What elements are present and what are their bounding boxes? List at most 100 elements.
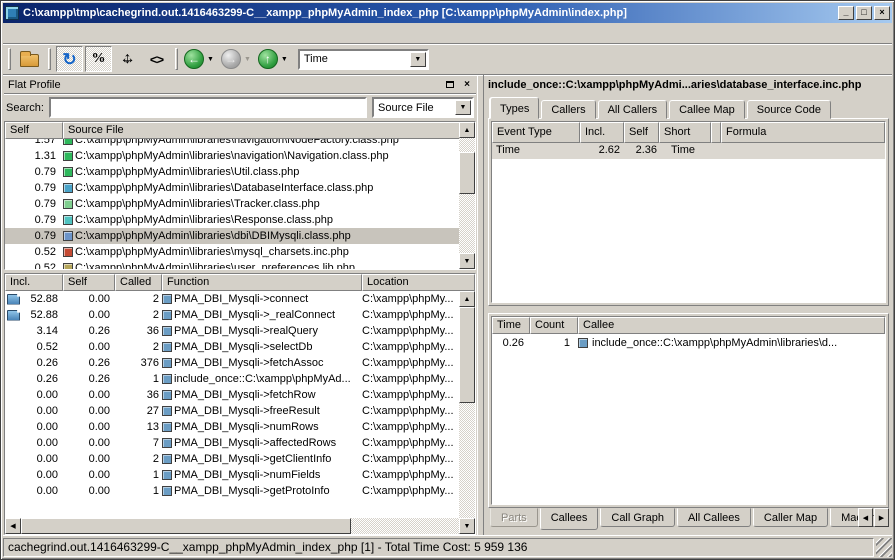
column-header-count[interactable]: Count: [530, 317, 578, 334]
menu-item[interactable]: [55, 30, 71, 36]
back-dropdown[interactable]: ▼: [204, 56, 217, 63]
detail-tab[interactable]: Types: [490, 97, 539, 119]
column-header-incl[interactable]: Incl.: [580, 122, 624, 143]
relative-cost-button[interactable]: <>: [143, 46, 170, 72]
scroll-down-icon[interactable]: ▼: [459, 518, 475, 534]
table-row[interactable]: 1.57 C:\xampp\phpMyAdmin\libraries\navig…: [5, 139, 475, 148]
scroll-thumb[interactable]: [459, 307, 475, 403]
tab-scroll-left-icon[interactable]: ◀: [858, 508, 873, 527]
table-row[interactable]: Time 2.62 2.36 Time: [492, 143, 885, 159]
scroll-thumb[interactable]: [459, 152, 475, 194]
float-dock-button[interactable]: [443, 78, 457, 91]
bottom-tab[interactable]: Call Graph: [600, 508, 675, 527]
table-row[interactable]: 3.14 0.26 36 PMA_DBI_Mysqli->realQuery C…: [5, 323, 475, 339]
maximize-button[interactable]: □: [856, 6, 872, 20]
table-row[interactable]: 0.79 C:\xampp\phpMyAdmin\libraries\Util.…: [5, 164, 475, 180]
bottom-tab[interactable]: Callees: [540, 508, 599, 530]
column-header-formula[interactable]: Formula: [721, 122, 885, 143]
table-row[interactable]: 0.79 C:\xampp\phpMyAdmin\libraries\Respo…: [5, 212, 475, 228]
up-button[interactable]: ↑: [258, 49, 278, 69]
table-row[interactable]: 0.00 0.00 27 PMA_DBI_Mysqli->freeResult …: [5, 403, 475, 419]
table-row[interactable]: 52.88 0.00 2 PMA_DBI_Mysqli->connect C:\…: [5, 291, 475, 307]
column-header-short[interactable]: Short: [659, 122, 711, 143]
column-header-self[interactable]: Self: [63, 274, 115, 291]
column-header-callee[interactable]: Callee: [578, 317, 885, 334]
vertical-scrollbar[interactable]: ▲ ▼: [459, 291, 475, 534]
column-header-self[interactable]: Self: [624, 122, 659, 143]
tab-scroll-right-icon[interactable]: ▶: [874, 508, 889, 527]
detail-tab[interactable]: Source Code: [747, 100, 831, 119]
vertical-scrollbar[interactable]: ▲ ▼: [459, 122, 475, 269]
scroll-up-icon[interactable]: ▲: [459, 122, 475, 138]
table-row[interactable]: 0.00 0.00 13 PMA_DBI_Mysqli->numRows C:\…: [5, 419, 475, 435]
back-button[interactable]: ←: [184, 49, 204, 69]
close-button[interactable]: ×: [874, 6, 890, 20]
table-row[interactable]: 0.52 0.00 2 PMA_DBI_Mysqli->selectDb C:\…: [5, 339, 475, 355]
column-header-event-type[interactable]: Event Type: [492, 122, 580, 143]
table-header-row: Time Count Callee: [492, 317, 885, 334]
percentage-button[interactable]: %: [85, 46, 112, 72]
group-by-selector[interactable]: Source File ▼: [372, 97, 474, 118]
horizontal-scrollbar[interactable]: ◀ ▶: [5, 518, 475, 534]
table-row[interactable]: 0.00 0.00 7 PMA_DBI_Mysqli->affectedRows…: [5, 435, 475, 451]
table-row[interactable]: 0.52 C:\xampp\phpMyAdmin\libraries\user_…: [5, 260, 475, 269]
scroll-down-icon[interactable]: ▼: [459, 253, 475, 269]
table-row[interactable]: 0.26 1 include_once::C:\xampp\phpMyAdmin…: [492, 334, 885, 351]
table-row[interactable]: 0.00 0.00 1 PMA_DBI_Mysqli->numFields C:…: [5, 467, 475, 483]
forward-button[interactable]: →: [221, 49, 241, 69]
dropdown-arrow-icon[interactable]: ▼: [455, 100, 471, 115]
types-tab-page: Event Type Incl. Self Short Formula Time…: [488, 118, 889, 306]
column-header-self[interactable]: Self: [5, 122, 63, 139]
table-row[interactable]: 0.79 C:\xampp\phpMyAdmin\libraries\Datab…: [5, 180, 475, 196]
table-row[interactable]: 0.52 C:\xampp\phpMyAdmin\libraries\mysql…: [5, 244, 475, 260]
panel-splitter[interactable]: [477, 75, 484, 535]
table-row[interactable]: 0.00 0.00 1 PMA_DBI_Mysqli->getProtoInfo…: [5, 483, 475, 499]
detail-tab[interactable]: All Callers: [598, 100, 668, 119]
scroll-track[interactable]: [459, 403, 475, 518]
column-header-function[interactable]: Function: [162, 274, 362, 291]
bottom-tab[interactable]: Parts: [490, 508, 538, 527]
expand-areas-button[interactable]: ↔ ↕: [114, 46, 141, 72]
open-file-button[interactable]: [16, 46, 43, 72]
search-input[interactable]: [49, 97, 367, 118]
toolbar-handle[interactable]: [8, 48, 11, 70]
title-bar[interactable]: C:\xampp\tmp\cachegrind.out.1416463299-C…: [3, 3, 892, 23]
toolbar-handle[interactable]: [48, 48, 51, 70]
minimize-button[interactable]: _: [838, 6, 854, 20]
menu-item[interactable]: [39, 30, 55, 36]
table-row[interactable]: 0.79 C:\xampp\phpMyAdmin\libraries\Track…: [5, 196, 475, 212]
menu-item[interactable]: [23, 30, 39, 36]
table-row[interactable]: 0.79 C:\xampp\phpMyAdmin\libraries\dbi\D…: [5, 228, 475, 244]
detail-tab[interactable]: Callers: [541, 100, 595, 119]
table-row[interactable]: 0.00 0.00 2 PMA_DBI_Mysqli->getClientInf…: [5, 451, 475, 467]
menu-item[interactable]: [71, 30, 87, 36]
bottom-tab[interactable]: Caller Map: [753, 508, 828, 527]
scroll-up-icon[interactable]: ▲: [459, 291, 475, 307]
bottom-tab[interactable]: All Callees: [677, 508, 751, 527]
column-header-source-file[interactable]: Source File: [63, 122, 475, 139]
column-header-incl[interactable]: Incl.: [5, 274, 63, 291]
toolbar-handle[interactable]: [175, 48, 178, 70]
scroll-thumb[interactable]: [21, 518, 351, 534]
forward-dropdown[interactable]: ▼: [241, 56, 254, 63]
table-row[interactable]: 52.88 0.00 2 PMA_DBI_Mysqli->_realConnec…: [5, 307, 475, 323]
scroll-track[interactable]: [351, 518, 459, 534]
table-row[interactable]: 0.00 0.00 36 PMA_DBI_Mysqli->fetchRow C:…: [5, 387, 475, 403]
detail-tab[interactable]: Callee Map: [669, 100, 745, 119]
dropdown-arrow-icon[interactable]: ▼: [410, 52, 426, 67]
scroll-track[interactable]: [459, 194, 475, 253]
scroll-track[interactable]: [459, 138, 475, 152]
table-row[interactable]: 0.26 0.26 376 PMA_DBI_Mysqli->fetchAssoc…: [5, 355, 475, 371]
column-header-called[interactable]: Called: [115, 274, 162, 291]
event-type-selector[interactable]: Time ▼: [298, 49, 429, 70]
table-row[interactable]: 0.26 0.26 1 include_once::C:\xampp\phpMy…: [5, 371, 475, 387]
column-header-time[interactable]: Time: [492, 317, 530, 334]
resize-grip-icon[interactable]: [876, 538, 892, 557]
up-dropdown[interactable]: ▼: [278, 56, 291, 63]
table-row[interactable]: 1.31 C:\xampp\phpMyAdmin\libraries\navig…: [5, 148, 475, 164]
scroll-left-icon[interactable]: ◀: [5, 518, 21, 534]
column-header-location[interactable]: Location: [362, 274, 475, 291]
menu-item[interactable]: [7, 30, 23, 36]
cycle-detection-button[interactable]: ↻: [56, 46, 83, 72]
close-dock-button[interactable]: ×: [460, 78, 474, 91]
